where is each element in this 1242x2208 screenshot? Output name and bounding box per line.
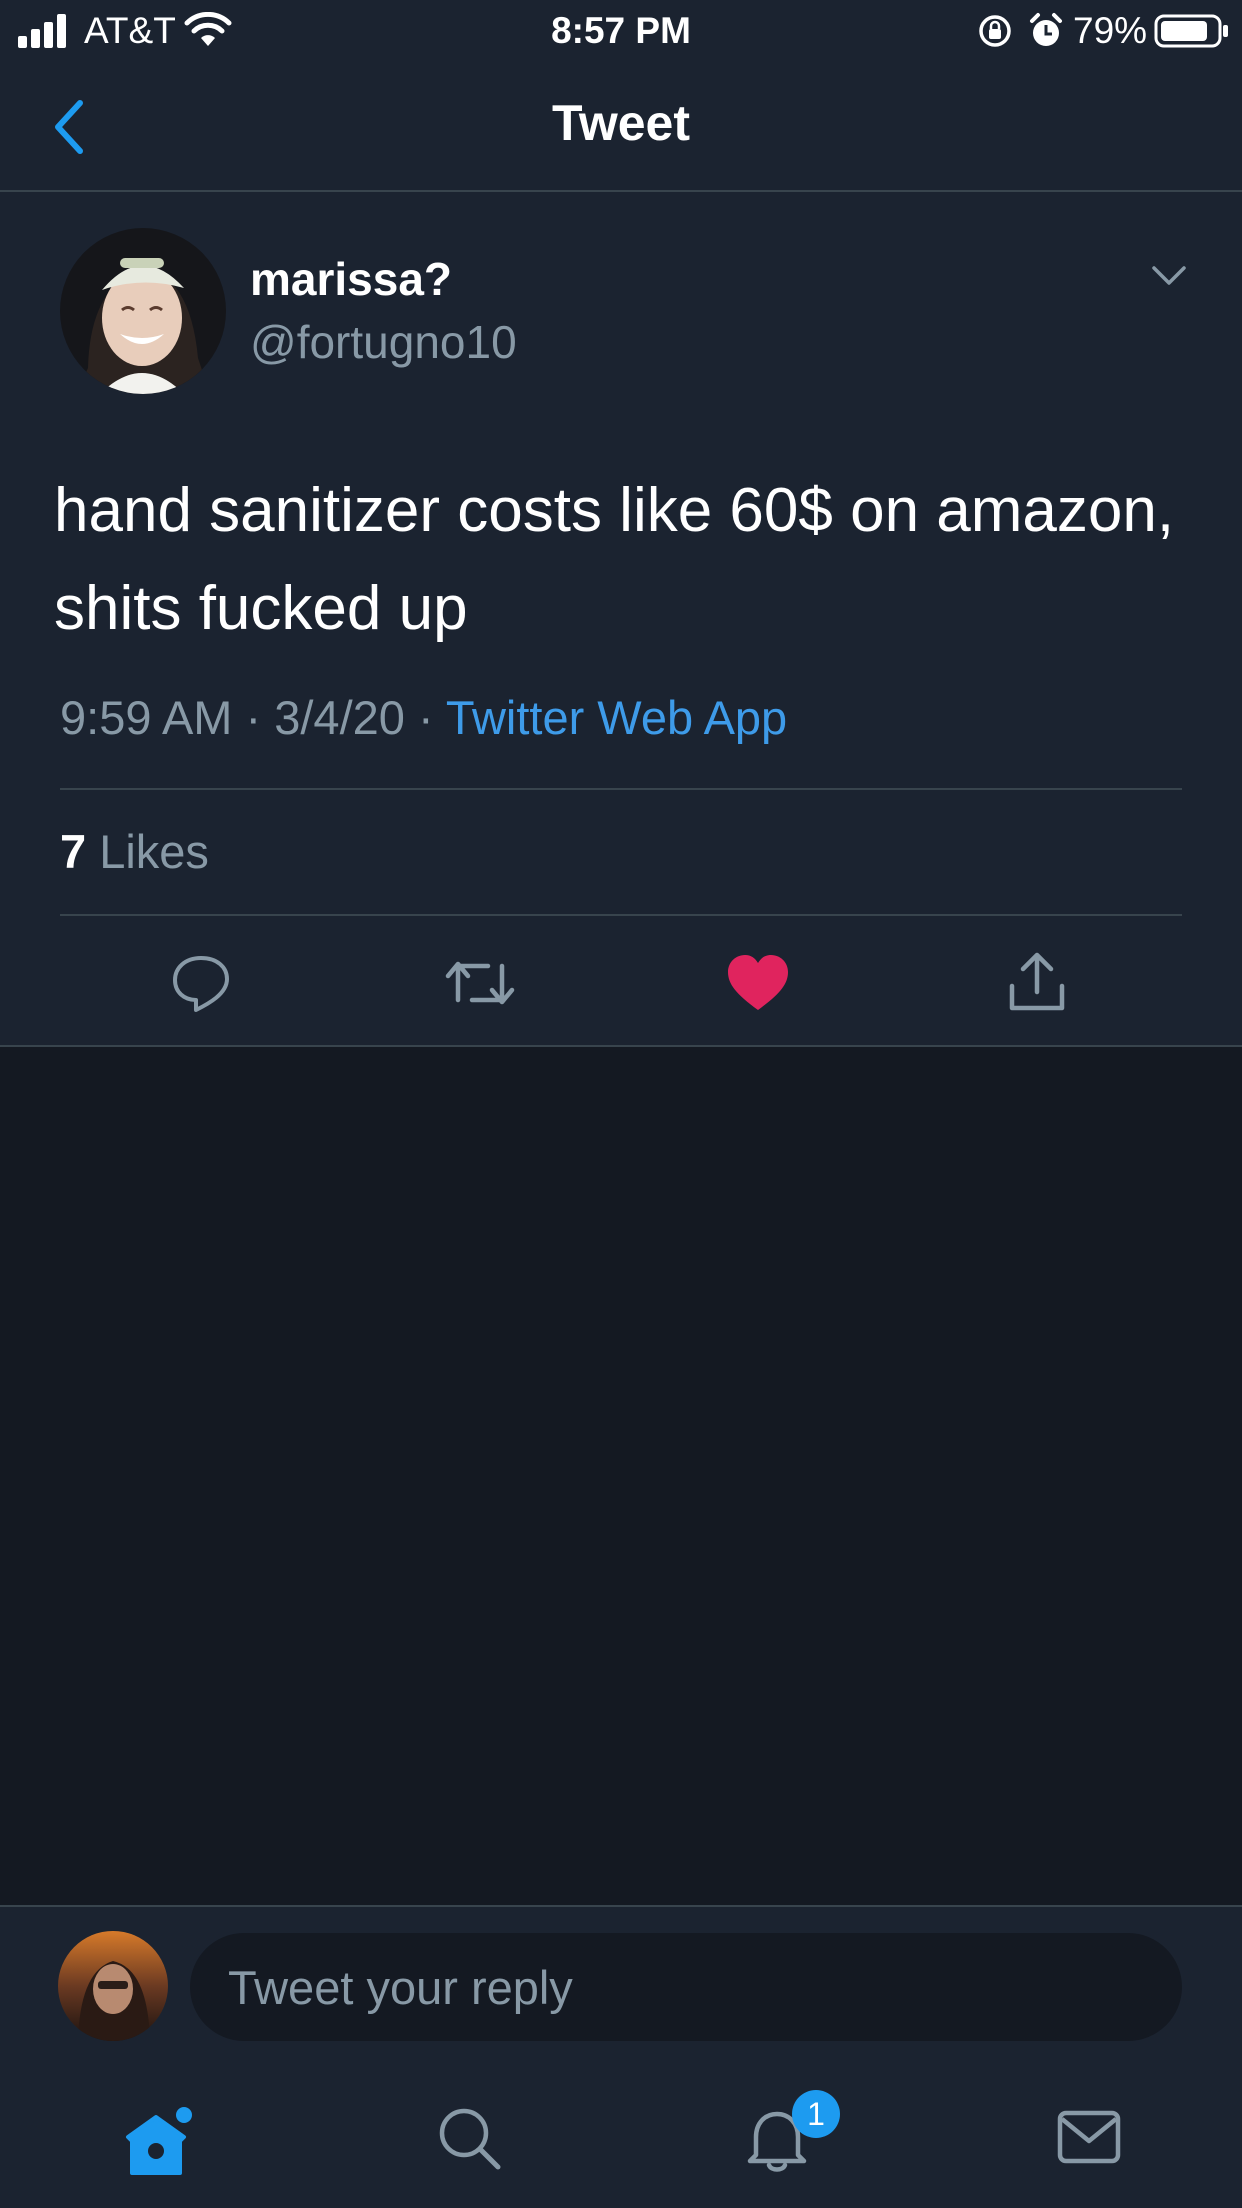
notification-badge: 1 [792,2090,840,2138]
mail-icon [1057,2110,1121,2164]
share-icon[interactable] [1006,950,1068,1014]
alarm-icon [1030,13,1062,46]
battery-icon [1154,14,1228,48]
likes-label: Likes [99,825,209,878]
divider [60,914,1182,916]
heart-icon[interactable] [726,954,790,1012]
page-title: Tweet [552,95,690,151]
author-name[interactable]: marissa? [250,252,452,306]
search-icon [439,2108,501,2170]
more-chevron-icon[interactable] [1150,264,1188,288]
tweet-metadata: 9:59 AM · 3/4/20 · Twitter Web App [60,691,788,744]
author-handle[interactable]: @fortugno10 [250,315,517,369]
tab-notifications[interactable] [620,2075,930,2208]
tab-home[interactable] [0,2075,310,2208]
retweet-icon[interactable] [444,952,516,1014]
likes-number: 7 [60,825,87,878]
tweet-detail: marissa? @fortugno10 hand sanitizer cost… [0,192,1242,1047]
user-avatar[interactable] [58,1931,168,2041]
tweet-time: 9:59 AM [60,691,233,744]
rotation-lock-icon [979,15,1011,47]
divider [60,788,1182,790]
reply-input[interactable] [190,1933,1182,2041]
tweet-source-link[interactable]: Twitter Web App [446,691,787,744]
home-icon [126,2107,192,2175]
tab-bar [0,2075,1242,2208]
tab-messages[interactable] [930,2075,1240,2208]
battery-percent: 79% [1073,10,1148,51]
likes-count[interactable]: 7 Likes [60,824,209,879]
navigation-bar: Tweet [0,62,1242,192]
status-bar: AT&T 8:57 PM 79% [0,0,1242,62]
reply-icon[interactable] [170,952,232,1014]
author-avatar[interactable] [60,228,226,394]
tweet-text: hand sanitizer costs like 60$ on amazon,… [54,476,1175,643]
tweet-date: 3/4/20 [274,691,405,744]
reply-bar [0,1905,1242,2075]
tab-search[interactable] [310,2075,620,2208]
